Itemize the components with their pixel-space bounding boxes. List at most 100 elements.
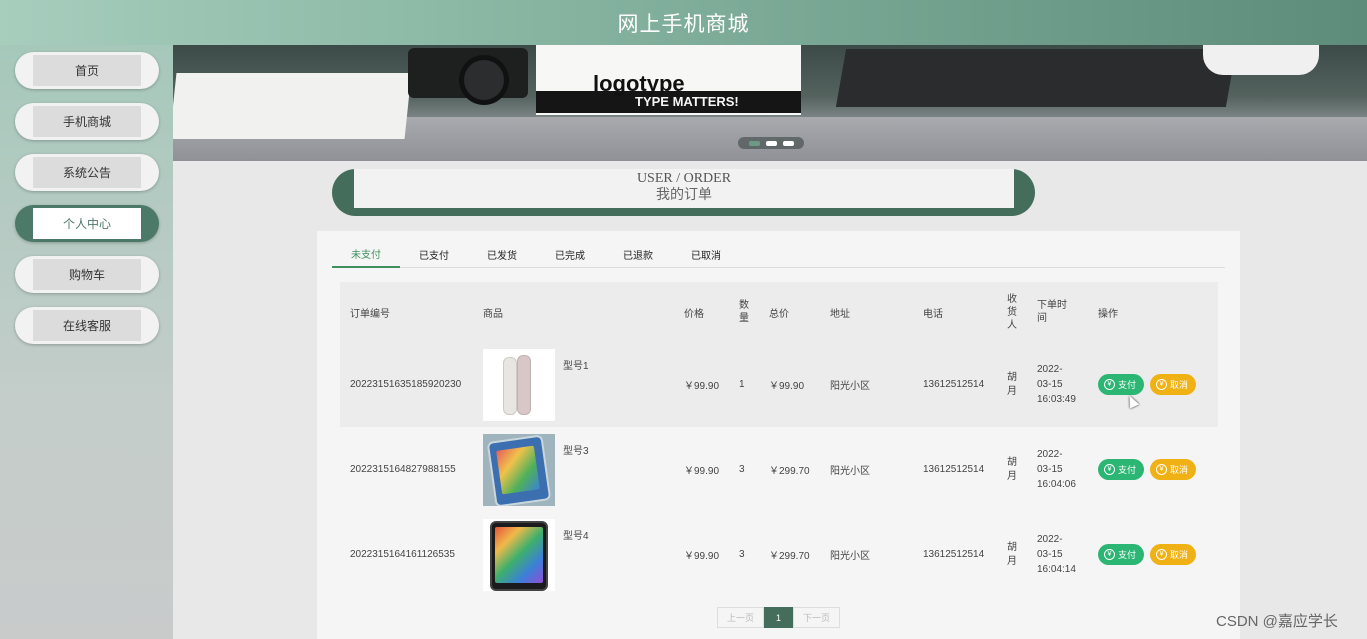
receiver-text: 胡月 [1007, 541, 1017, 567]
page-title: USER / ORDER 我的订单 [332, 169, 1035, 216]
site-header: 网上手机商城 [0, 0, 1367, 45]
page-number-1[interactable]: 1 [764, 607, 793, 628]
sidebar-item-announcements[interactable]: 系统公告 [15, 154, 159, 191]
col-qty: 数量 [729, 282, 759, 342]
cancel-button[interactable]: ¥ 取消 [1150, 459, 1197, 480]
col-total: 总价 [759, 282, 820, 342]
goods-cell: 型号4 [473, 512, 674, 597]
sidebar-item-phone-mall[interactable]: 手机商城 [15, 103, 159, 140]
page-title-inner: USER / ORDER 我的订单 [354, 169, 1014, 208]
order-date: 2022-03-15 [1037, 534, 1063, 560]
phone: 13612512514 [923, 549, 985, 560]
phone: 13612512514 [913, 342, 997, 427]
orders-panel: 未支付 已支付 已发货 已完成 已退款 已取消 订单编号 商品 价格 数量 总价… [317, 231, 1240, 639]
pay-button[interactable]: ¥ 支付 [1098, 459, 1145, 480]
carousel-indicators [738, 137, 804, 149]
row-actions: ¥ 支付 ¥ 取消 [1088, 342, 1218, 427]
tab-shipped[interactable]: 已发货 [468, 240, 536, 268]
quantity: 1 [729, 342, 759, 427]
sidebar-item-label: 首页 [33, 55, 141, 86]
pay-label: 支付 [1118, 550, 1137, 560]
yen-icon: ¥ [1104, 549, 1115, 560]
prev-page-button[interactable]: 上一页 [717, 607, 764, 628]
sidebar-item-personal-center[interactable]: 个人中心 [15, 205, 159, 242]
row-actions: ¥ 支付 ¥ 取消 [1088, 512, 1218, 597]
total: ￥99.90 [759, 342, 820, 427]
carousel-dot-1[interactable] [748, 140, 760, 146]
address: 阳光小区 [820, 342, 913, 427]
cancel-label: 取消 [1170, 380, 1189, 390]
pagination: 上一页 1 下一页 [717, 607, 840, 628]
price: ￥99.90 [684, 466, 720, 477]
col-actions: 操作 [1088, 282, 1218, 342]
cancel-button[interactable]: ¥ 取消 [1150, 374, 1197, 395]
quantity: 3 [739, 549, 745, 560]
sidebar-item-support[interactable]: 在线客服 [15, 307, 159, 344]
yen-icon: ¥ [1156, 379, 1168, 390]
price: ￥99.90 [684, 551, 720, 562]
sidebar-item-cart[interactable]: 购物车 [15, 256, 159, 293]
sidebar-item-label: 购物车 [33, 259, 141, 290]
sidebar: 首页 手机商城 系统公告 个人中心 购物车 在线客服 [0, 45, 173, 639]
tab-cancelled[interactable]: 已取消 [672, 240, 740, 268]
col-receiver: 收货人 [997, 282, 1027, 342]
order-date: 2022-03-15 [1037, 364, 1063, 390]
order-time: 2022-03-15 16:04:14 [1027, 512, 1088, 597]
watermark: CSDN @嘉应学长 [1216, 613, 1338, 630]
total: ￥299.70 [769, 551, 810, 562]
banner-cup [1203, 45, 1319, 75]
site-title: 网上手机商城 [617, 12, 750, 36]
col-phone: 电话 [913, 282, 997, 342]
col-address: 地址 [820, 282, 913, 342]
table-header-row: 订单编号 商品 价格 数量 总价 地址 电话 收货人 下单时间 操作 [340, 282, 1218, 342]
pay-button[interactable]: ¥ 支付 [1098, 374, 1145, 395]
order-date: 2022-03-15 [1037, 449, 1063, 475]
table-row: 20223151635185920230 型号1 ￥99.90 1 ￥99.90… [340, 342, 1218, 427]
carousel-dot-2[interactable] [765, 140, 777, 146]
order-time: 2022-03-15 16:04:06 [1027, 427, 1088, 512]
sidebar-item-label: 手机商城 [33, 106, 141, 137]
banner-paper [173, 73, 412, 139]
product-name[interactable]: 型号3 [563, 434, 589, 457]
table-row: 2022315164827988155 型号3 ￥99.90 3 ￥299.70… [340, 427, 1218, 512]
receiver-text: 胡月 [1007, 456, 1017, 482]
order-no: 2022315164161126535 [350, 549, 455, 560]
address: 阳光小区 [830, 551, 870, 562]
cancel-label: 取消 [1170, 465, 1189, 475]
order-no: 2022315164827988155 [350, 464, 456, 475]
order-no: 20223151635185920230 [340, 342, 473, 427]
product-name[interactable]: 型号1 [563, 349, 589, 372]
pay-label: 支付 [1118, 380, 1137, 390]
pay-button[interactable]: ¥ 支付 [1098, 544, 1145, 565]
cancel-label: 取消 [1170, 550, 1189, 560]
sidebar-item-label: 个人中心 [33, 208, 141, 239]
banner-camera-lens [459, 55, 509, 105]
tab-paid[interactable]: 已支付 [400, 240, 468, 268]
yen-icon: ¥ [1104, 464, 1115, 475]
col-goods: 商品 [473, 282, 674, 342]
next-page-button[interactable]: 下一页 [793, 607, 840, 628]
banner-book-subtitle: TYPE MATTERS! [635, 94, 739, 109]
sidebar-item-home[interactable]: 首页 [15, 52, 159, 89]
receiver-text: 胡月 [1007, 371, 1017, 397]
goods-cell: 型号3 [473, 427, 674, 512]
product-thumbnail[interactable] [483, 433, 555, 506]
page-title-cn: 我的订单 [656, 186, 712, 202]
product-thumbnail[interactable] [483, 348, 555, 421]
order-clock: 16:04:14 [1037, 564, 1076, 575]
yen-icon: ¥ [1156, 549, 1168, 560]
order-status-tabs: 未支付 已支付 已发货 已完成 已退款 已取消 [332, 240, 1225, 268]
orders-table: 订单编号 商品 价格 数量 总价 地址 电话 收货人 下单时间 操作 20223… [340, 282, 1218, 597]
banner-desk-pad [835, 49, 1237, 107]
product-name[interactable]: 型号4 [563, 519, 589, 542]
tab-refunded[interactable]: 已退款 [604, 240, 672, 268]
yen-icon: ¥ [1104, 379, 1115, 390]
tab-unpaid[interactable]: 未支付 [332, 240, 400, 268]
product-thumbnail[interactable] [483, 518, 555, 591]
order-clock: 16:03:49 [1037, 394, 1076, 405]
cancel-button[interactable]: ¥ 取消 [1150, 544, 1197, 565]
sidebar-item-label: 系统公告 [33, 157, 141, 188]
page-title-en: USER / ORDER [636, 171, 732, 186]
carousel-dot-3[interactable] [782, 140, 794, 146]
tab-completed[interactable]: 已完成 [536, 240, 604, 268]
